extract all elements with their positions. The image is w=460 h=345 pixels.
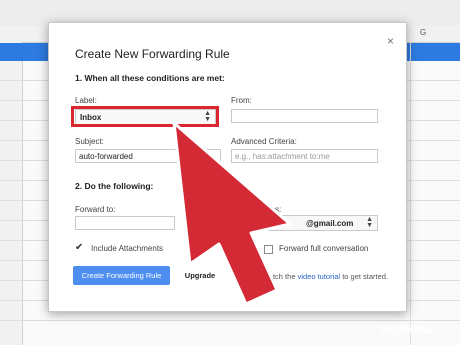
include-attachments-label: Include Attachments <box>91 244 164 253</box>
from-caption: From: <box>231 96 252 105</box>
subject-caption: Subject: <box>75 137 104 146</box>
advanced-criteria-caption: Advanced Criteria: <box>231 137 297 146</box>
tutorial-hint: Watch the video tutorial to get started. <box>262 272 388 281</box>
forward-full-label: Forward full conversation <box>279 244 369 253</box>
create-forwarding-rule-button[interactable]: Create Forwarding Rule <box>73 266 170 285</box>
watermark-wiki: wiki <box>380 321 404 337</box>
label-caption: Label: <box>75 96 97 105</box>
advanced-criteria-field[interactable]: e.g., has:attachment to:me <box>231 149 378 163</box>
actions-heading: 2. Do the following: <box>75 181 154 191</box>
alias-caption: lias: <box>267 205 282 214</box>
forward-full-checkbox[interactable] <box>264 245 273 254</box>
dialog-title: Create New Forwarding Rule <box>75 47 230 61</box>
conditions-heading: 1. When all these conditions are met: <box>75 73 225 83</box>
subject-field[interactable]: auto-forwarded <box>75 149 221 163</box>
grid-column-line <box>410 42 411 345</box>
alias-select-value: @gmail.com <box>306 219 354 228</box>
forward-to-caption: Forward to: <box>75 205 116 214</box>
forwarding-rule-dialog: Create New Forwarding Rule × 1. When all… <box>48 22 407 312</box>
wikihow-watermark: wikiHow <box>380 321 433 337</box>
select-arrows-icon: ▲ ▼ <box>366 216 373 229</box>
checkmark-icon[interactable]: ✔ <box>75 242 83 253</box>
alias-select[interactable]: @gmail.com ▲ ▼ <box>267 215 378 231</box>
from-field[interactable] <box>231 109 378 123</box>
video-tutorial-link[interactable]: video tutorial <box>298 272 341 281</box>
upgrade-button[interactable]: Upgrade <box>175 266 225 285</box>
watermark-how: How <box>403 321 433 337</box>
close-icon[interactable]: × <box>387 34 394 48</box>
hint-prefix: Watch the <box>262 272 298 281</box>
label-highlight-box <box>71 106 219 127</box>
column-g-header: G <box>420 28 427 37</box>
forward-to-field[interactable] <box>75 216 175 230</box>
hint-suffix: to get started. <box>340 272 389 281</box>
